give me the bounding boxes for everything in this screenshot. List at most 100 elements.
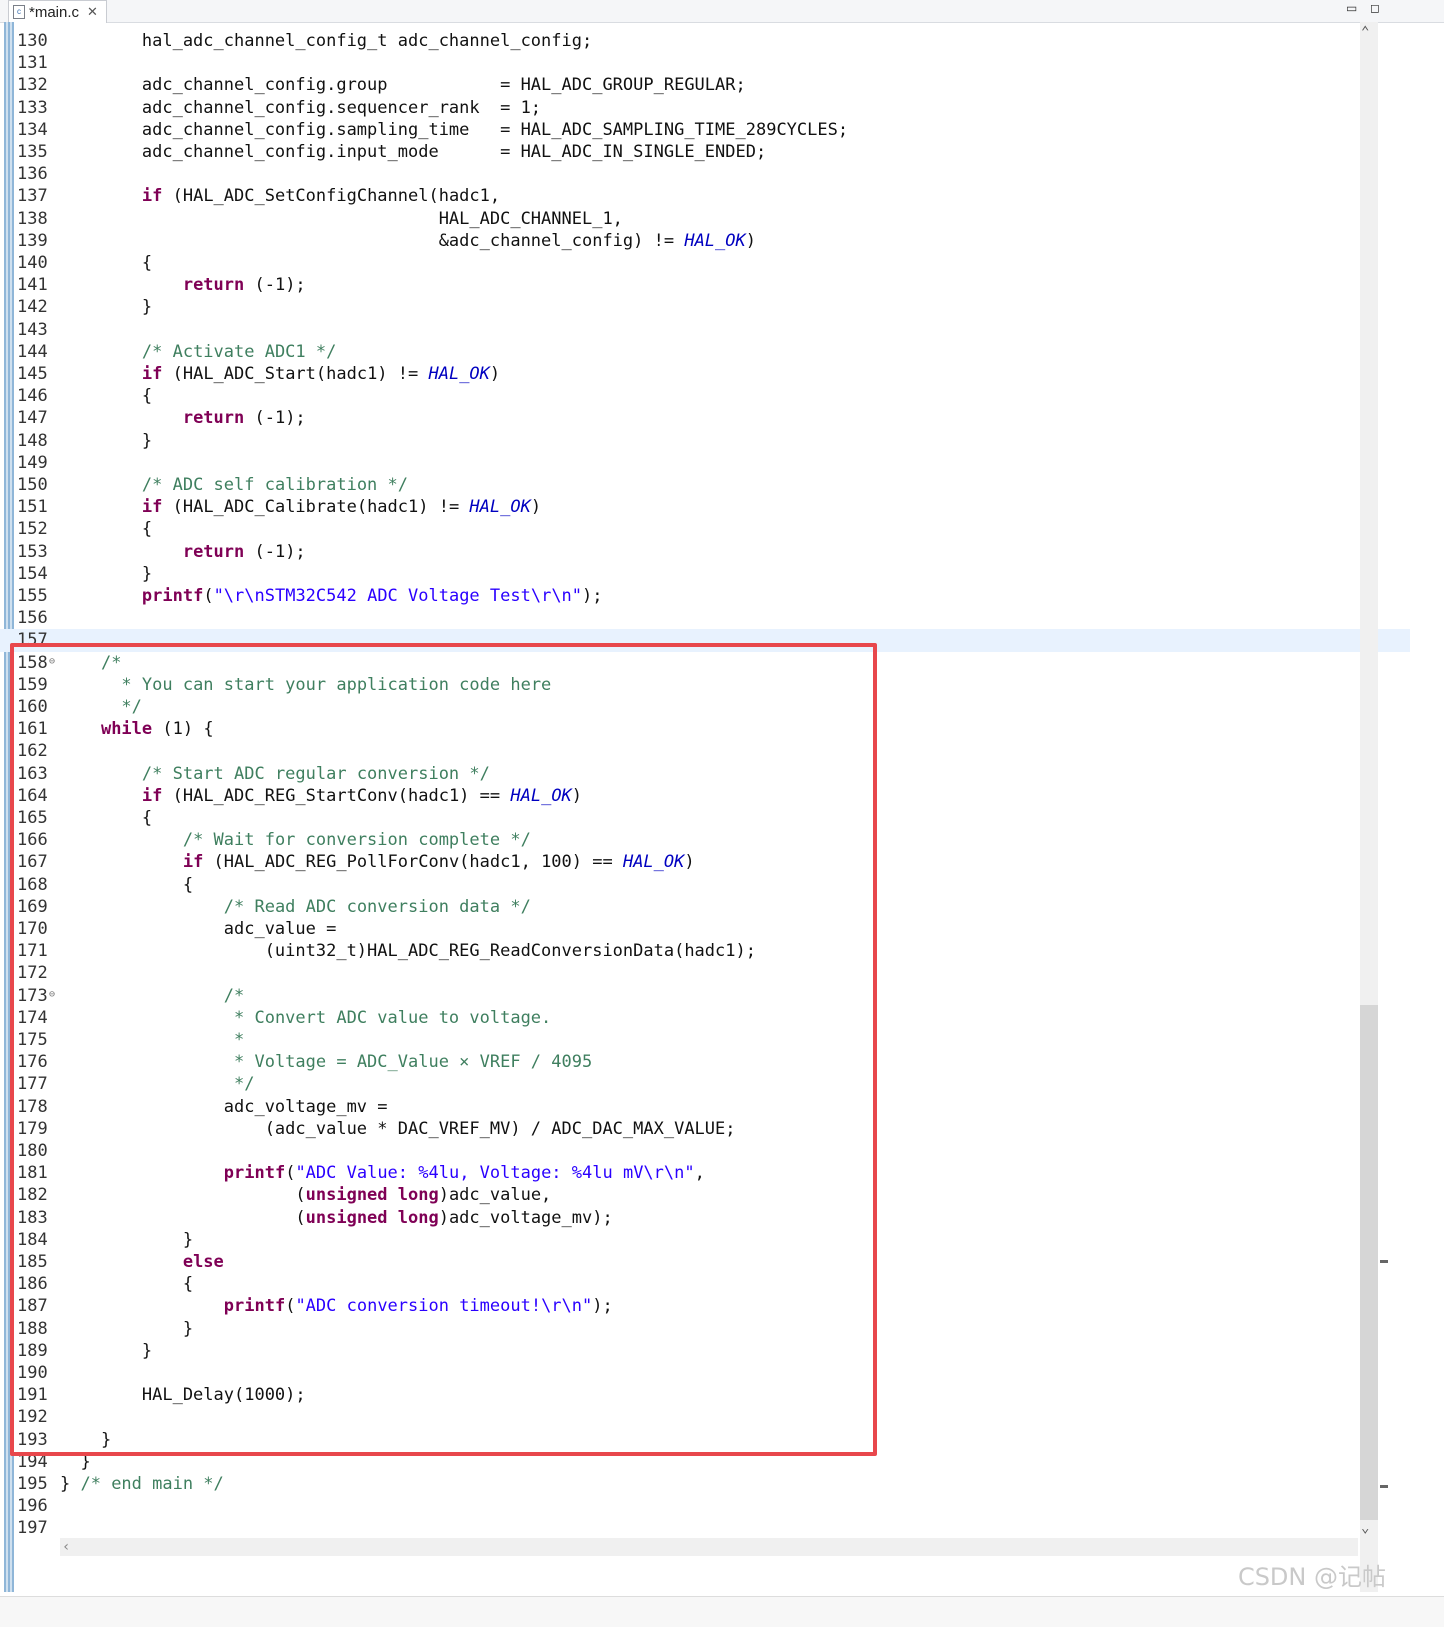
line-number: 148 bbox=[17, 430, 48, 451]
code-text: if (HAL_ADC_SetConfigChannel(hadc1, bbox=[60, 185, 500, 208]
code-line[interactable]: 140 { bbox=[0, 252, 1410, 275]
code-token: HAL_OK bbox=[428, 364, 490, 384]
code-token: (-1); bbox=[244, 541, 306, 562]
status-bar bbox=[0, 1596, 1444, 1627]
line-number: 152 bbox=[17, 519, 48, 540]
code-line[interactable]: 130 hal_adc_channel_config_t adc_channel… bbox=[0, 30, 1410, 53]
code-token: adc_channel_config.sampling_time = HAL_A… bbox=[60, 119, 849, 140]
code-line[interactable]: 139 &adc_channel_config) != HAL_OK) bbox=[0, 230, 1410, 253]
code-line[interactable]: 132 adc_channel_config.group = HAL_ADC_G… bbox=[0, 74, 1410, 97]
tab-title: *main.c bbox=[29, 3, 80, 21]
line-number: 154 bbox=[17, 563, 48, 584]
code-token: ) bbox=[530, 497, 542, 518]
line-number: 197 bbox=[17, 1518, 48, 1539]
code-line[interactable]: 138 HAL_ADC_CHANNEL_1, bbox=[0, 208, 1410, 231]
close-icon[interactable]: ✕ bbox=[87, 4, 98, 20]
code-text: /* ADC self calibration */ bbox=[60, 474, 408, 497]
code-line[interactable]: 149 bbox=[0, 452, 1410, 475]
watermark: CSDN @记帖 bbox=[1237, 1563, 1386, 1591]
code-text: adc_channel_config.sampling_time = HAL_A… bbox=[60, 119, 848, 142]
code-line[interactable]: 144 /* Activate ADC1 */ bbox=[0, 341, 1410, 364]
code-line[interactable]: 195} /* end main */ bbox=[0, 1473, 1410, 1496]
line-number: 155 bbox=[17, 586, 48, 606]
overview-ruler-mark[interactable] bbox=[1380, 1260, 1388, 1263]
code-text: if (HAL_ADC_Calibrate(hadc1) != HAL_OK) bbox=[60, 496, 541, 519]
c-file-icon: c bbox=[13, 5, 25, 19]
code-line[interactable]: 154 } bbox=[0, 563, 1410, 586]
code-line[interactable]: 153 return (-1); bbox=[0, 541, 1410, 564]
line-number: 141 bbox=[17, 275, 48, 296]
code-token: return bbox=[182, 541, 245, 562]
code-line[interactable]: 146 { bbox=[0, 385, 1410, 408]
code-line[interactable]: 147 return (-1); bbox=[0, 407, 1410, 430]
highlight-box bbox=[10, 643, 877, 1456]
code-line[interactable]: 151 if (HAL_ADC_Calibrate(hadc1) != HAL_… bbox=[0, 496, 1410, 519]
code-token: adc_channel_config.sequencer_rank = 1; bbox=[60, 97, 542, 118]
line-number: 132 bbox=[17, 75, 48, 96]
code-line[interactable]: 136 bbox=[0, 163, 1410, 186]
code-line[interactable]: 143 bbox=[0, 319, 1410, 342]
code-token: (HAL_ADC_Calibrate(hadc1) != bbox=[162, 497, 470, 518]
code-line[interactable]: 155 printf("\r\nSTM32C542 ADC Voltage Te… bbox=[0, 585, 1410, 608]
code-text: hal_adc_channel_config_t adc_channel_con… bbox=[60, 30, 592, 53]
code-token: (-1); bbox=[244, 408, 306, 429]
code-token: /* end main */ bbox=[80, 1474, 224, 1494]
code-line[interactable]: 196 bbox=[0, 1495, 1410, 1518]
code-text: if (HAL_ADC_Start(hadc1) != HAL_OK) bbox=[60, 363, 500, 386]
overview-ruler-mark[interactable] bbox=[1380, 1485, 1388, 1488]
code-line[interactable]: 135 adc_channel_config.input_mode = HAL_… bbox=[0, 141, 1410, 164]
code-token: HAL_ADC_CHANNEL_1, bbox=[60, 208, 623, 229]
code-line[interactable]: 133 adc_channel_config.sequencer_rank = … bbox=[0, 97, 1410, 120]
code-line[interactable]: 142 } bbox=[0, 296, 1410, 319]
minimize-icon[interactable]: ▭ bbox=[1346, 1, 1357, 15]
code-text: adc_channel_config.input_mode = HAL_ADC_… bbox=[60, 141, 766, 164]
line-number: 136 bbox=[17, 164, 48, 185]
code-token: if bbox=[141, 364, 163, 384]
code-line[interactable]: 134 adc_channel_config.sampling_time = H… bbox=[0, 119, 1410, 142]
code-token: HAL_OK bbox=[469, 497, 531, 518]
code-token: (HAL_ADC_Start(hadc1) != bbox=[162, 364, 429, 384]
code-token: { bbox=[60, 386, 153, 407]
code-token: return bbox=[182, 408, 245, 429]
code-token: { bbox=[60, 519, 153, 540]
scroll-down-icon[interactable]: ⌄ bbox=[1361, 1520, 1369, 1536]
scroll-left-icon[interactable]: ‹ bbox=[62, 1539, 70, 1555]
code-token: if bbox=[141, 186, 163, 207]
editor-tab-bar: c *main.c ✕ ▭ ◻ bbox=[0, 0, 1444, 23]
code-line[interactable]: 145 if (HAL_ADC_Start(hadc1) != HAL_OK) bbox=[0, 363, 1410, 386]
code-line[interactable]: 131 bbox=[0, 52, 1410, 75]
code-line[interactable]: 137 if (HAL_ADC_SetConfigChannel(hadc1, bbox=[0, 185, 1410, 208]
line-number: 145 bbox=[17, 364, 48, 384]
horizontal-scrollbar[interactable] bbox=[60, 1538, 1358, 1556]
code-line[interactable]: 141 return (-1); bbox=[0, 274, 1410, 297]
code-token: "\r\nSTM32C542 ADC Voltage Test\r\n" bbox=[213, 586, 583, 606]
code-text: } bbox=[60, 563, 152, 586]
code-text: adc_channel_config.sequencer_rank = 1; bbox=[60, 97, 541, 120]
vertical-scrollbar-thumb[interactable] bbox=[1360, 1005, 1378, 1520]
code-text: &adc_channel_config) != HAL_OK) bbox=[60, 230, 756, 253]
maximize-icon[interactable]: ◻ bbox=[1370, 1, 1380, 15]
line-number: 137 bbox=[17, 186, 48, 207]
code-token: ) bbox=[745, 230, 756, 251]
code-text: return (-1); bbox=[60, 407, 306, 430]
code-token: /* ADC self calibration */ bbox=[141, 475, 408, 495]
code-token: if bbox=[141, 497, 163, 518]
code-token: } bbox=[60, 430, 153, 451]
line-number: 149 bbox=[17, 452, 48, 473]
code-text: { bbox=[60, 518, 152, 541]
code-line[interactable]: 156 bbox=[0, 607, 1410, 630]
line-number: 131 bbox=[17, 53, 48, 74]
code-line[interactable]: 197 bbox=[0, 1517, 1410, 1540]
tab-main-c[interactable]: c *main.c ✕ bbox=[8, 0, 107, 23]
scroll-up-icon[interactable]: ⌃ bbox=[1361, 24, 1369, 40]
code-line[interactable]: 150 /* ADC self calibration */ bbox=[0, 474, 1410, 497]
code-line[interactable]: 152 { bbox=[0, 518, 1410, 541]
code-token: HAL_OK bbox=[684, 230, 746, 251]
line-number: 138 bbox=[17, 208, 48, 229]
code-line[interactable]: 148 } bbox=[0, 430, 1410, 453]
code-text: return (-1); bbox=[60, 274, 306, 297]
code-text: HAL_ADC_CHANNEL_1, bbox=[60, 208, 623, 231]
